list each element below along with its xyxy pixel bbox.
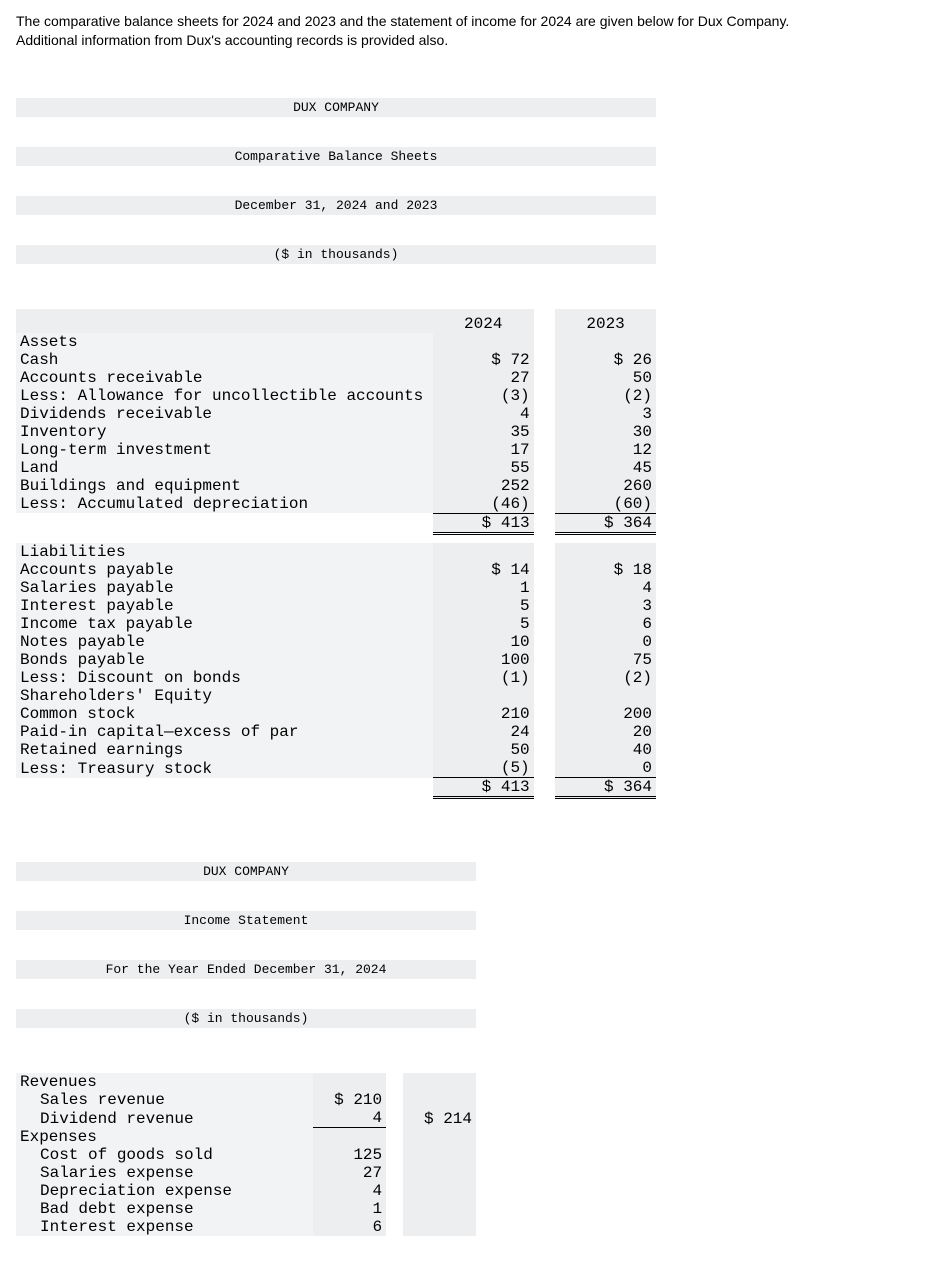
sec-revenues: Revenues <box>16 1073 313 1091</box>
bs-head3: December 31, 2024 and 2023 <box>16 196 656 215</box>
is-head2: Income Statement <box>16 911 476 930</box>
total-assets-2023: $ 364 <box>555 513 656 533</box>
sec-assets: Assets <box>16 333 433 351</box>
balance-table: 2024 2023 Assets Cash$ 72$ 26 Accounts r… <box>16 309 656 800</box>
total-assets-2024: $ 413 <box>433 513 534 533</box>
is-head4: ($ in thousands) <box>16 1009 476 1028</box>
sec-expenses: Expenses <box>16 1128 313 1146</box>
sec-equity: Shareholders' Equity <box>16 687 433 705</box>
is-head3: For the Year Ended December 31, 2024 <box>16 960 476 979</box>
col-2024: 2024 <box>433 309 534 333</box>
bs-head1: DUX COMPANY <box>16 98 656 117</box>
bs-head4: ($ in thousands) <box>16 245 656 264</box>
income-table: Revenues Sales revenue$ 210 Dividend rev… <box>16 1073 476 1236</box>
income-statement: DUX COMPANY Income Statement For the Yea… <box>16 832 476 1251</box>
sec-liab: Liabilities <box>16 543 433 561</box>
total-le-2023: $ 364 <box>555 778 656 798</box>
bs-head2: Comparative Balance Sheets <box>16 147 656 166</box>
is-head1: DUX COMPANY <box>16 862 476 881</box>
balance-sheet: DUX COMPANY Comparative Balance Sheets D… <box>16 68 656 815</box>
total-le-2024: $ 413 <box>433 778 534 798</box>
intro-text: The comparative balance sheets for 2024 … <box>16 12 933 50</box>
col-2023: 2023 <box>555 309 656 333</box>
